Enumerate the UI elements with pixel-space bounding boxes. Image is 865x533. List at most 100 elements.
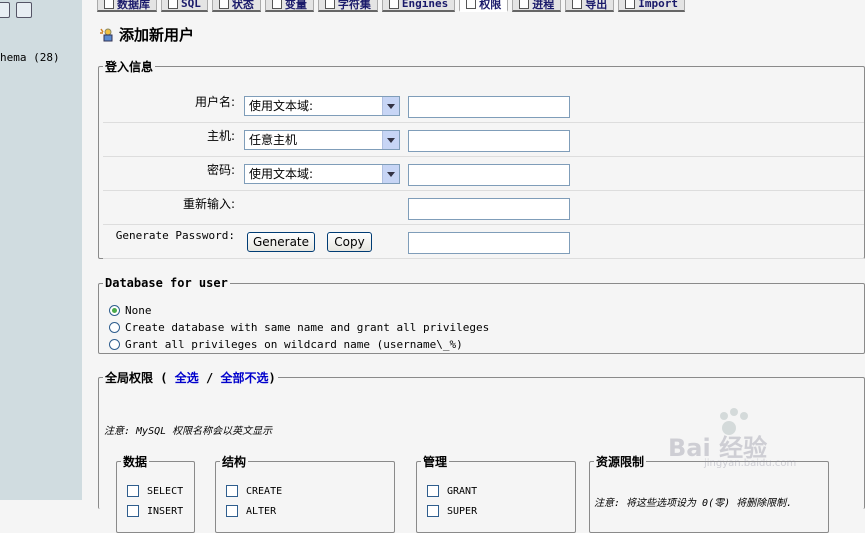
priv-alter[interactable]: ALTER [226,505,276,517]
sidebar-db-link[interactable]: hema (28) [0,51,60,64]
tab-databases[interactable]: 数据库 [97,0,157,12]
host-label: 主机: [206,129,235,143]
password-row: 密码: 使用文本域: [103,157,864,191]
host-input[interactable] [408,130,570,152]
paren-close: ) [268,371,276,385]
priv-create[interactable]: CREATE [226,485,282,497]
checkbox[interactable] [226,485,238,497]
privgroup-structure-legend: 结构 [222,455,247,469]
radio-label: Grant all privileges on wildcard name (u… [125,338,463,351]
priv-insert[interactable]: INSERT [127,505,183,517]
check-all-link[interactable]: 全选 [175,371,199,385]
username-row: 用户名: 使用文本域: [103,89,864,123]
db-option-create-same-name[interactable]: Create database with same name and grant… [109,321,489,334]
tab-status[interactable]: 状态 [211,0,261,12]
left-frame: hema (28) [0,0,82,500]
priv-select[interactable]: SELECT [127,485,183,497]
host-select-value: 任意主机 [249,133,298,147]
database-for-user-legend: Database for user [105,276,228,290]
page-title: 添加新用户 [99,24,194,45]
retype-password-input[interactable] [408,198,570,220]
priv-label: ALTER [246,505,277,517]
tab-label: 变量 [284,0,307,11]
generate-password-row: Generate Password: Generate Copy [103,225,864,259]
username-select-value: 使用文本域: [249,99,314,113]
main-frame: 数据库 SQL 状态 变量 字符集 Engines 权限 进程 导出 Impor… [82,0,865,533]
privgroup-resource-limits: 资源限制 注意: 将这些选项设为 0(零) 将删除限制. [589,453,829,533]
status-icon [218,0,229,9]
host-select[interactable]: 任意主机 [244,130,400,150]
copy-button[interactable]: Copy [327,232,372,252]
privgroup-admin: 管理 GRANT SUPER [416,453,576,533]
resource-limits-note: 注意: 将这些选项设为 0(零) 将删除限制. [594,498,793,509]
sql-query-icon[interactable] [16,2,32,18]
generate-password-label: Generate Password: [115,229,235,242]
tab-label: 字符集 [337,0,371,11]
username-input[interactable] [408,96,570,118]
priv-label: SUPER [447,505,478,517]
privileges-icon [466,0,477,9]
db-option-none[interactable]: None [109,304,152,317]
priv-label: CREATE [246,485,283,497]
database-for-user-fieldset: Database for user None Create database w… [98,276,865,354]
global-privileges-fieldset: 全局权限 ( 全选 / 全部不选) 注意: MySQL 权限名称会以英文显示 数… [98,369,865,533]
privgroup-data-legend: 数据 [123,455,148,469]
radio-label: Create database with same name and grant… [125,321,490,334]
variables-icon [271,0,282,9]
global-privileges-legend: 全局权限 ( 全选 / 全部不选) [103,369,278,386]
generated-password-input[interactable] [408,232,570,254]
login-info-fieldset: 登入信息 用户名: 使用文本域: 主机: 任意主机 密码: 使用文本域: 重新输… [98,58,865,259]
processes-icon [519,0,530,9]
tab-variables[interactable]: 变量 [264,0,314,12]
radio-button[interactable] [109,322,120,333]
tab-export[interactable]: 导出 [565,0,615,12]
chevron-down-icon[interactable] [382,165,399,183]
tab-sql[interactable]: SQL [161,0,208,12]
checkbox[interactable] [226,505,238,517]
paren-open: ( [160,371,168,385]
priv-label: INSERT [147,505,184,517]
password-select[interactable]: 使用文本域: [244,164,400,184]
radio-label: None [125,304,152,317]
priv-grant[interactable]: GRANT [427,485,477,497]
radio-button[interactable] [109,305,120,316]
chevron-down-icon[interactable] [382,131,399,149]
host-row: 主机: 任意主机 [103,123,864,157]
priv-super[interactable]: SUPER [427,505,477,517]
uncheck-all-link[interactable]: 全部不选 [220,371,268,385]
import-icon [625,0,636,9]
password-input[interactable] [408,164,570,186]
privgroup-admin-legend: 管理 [423,455,448,469]
checkbox[interactable] [427,485,439,497]
tab-processes[interactable]: 进程 [512,0,562,12]
tab-label: 权限 [479,0,502,11]
generate-button[interactable]: Generate [247,232,315,252]
tab-label: SQL [181,0,201,10]
password-label: 密码: [206,163,235,177]
add-user-icon [99,27,114,42]
engines-icon [388,0,399,9]
tab-label: 数据库 [117,0,150,11]
privgroup-data: 数据 SELECT INSERT [116,453,195,533]
tab-bar: 数据库 SQL 状态 变量 字符集 Engines 权限 进程 导出 Impor… [97,0,685,12]
privileges-note: 注意: MySQL 权限名称会以英文显示 [104,426,273,437]
chevron-down-icon[interactable] [382,97,399,115]
retype-label: 重新输入: [182,197,235,211]
tab-import[interactable]: Import [618,0,685,12]
tab-label: Import [638,0,678,10]
privgroup-structure: 结构 CREATE ALTER [215,453,395,533]
tab-engines[interactable]: Engines [381,0,456,12]
username-select[interactable]: 使用文本域: [244,96,400,116]
retype-row: 重新输入: [103,191,864,225]
db-option-wildcard[interactable]: Grant all privileges on wildcard name (u… [109,338,463,351]
sql-icon [168,0,178,9]
tab-label: 进程 [532,0,555,11]
home-icon[interactable] [0,2,10,18]
checkbox[interactable] [127,485,139,497]
link-separator: / [205,371,214,385]
tab-charsets[interactable]: 字符集 [317,0,378,12]
radio-button[interactable] [109,339,120,350]
checkbox[interactable] [427,505,439,517]
tab-privileges[interactable]: 权限 [459,0,509,12]
checkbox[interactable] [127,505,139,517]
